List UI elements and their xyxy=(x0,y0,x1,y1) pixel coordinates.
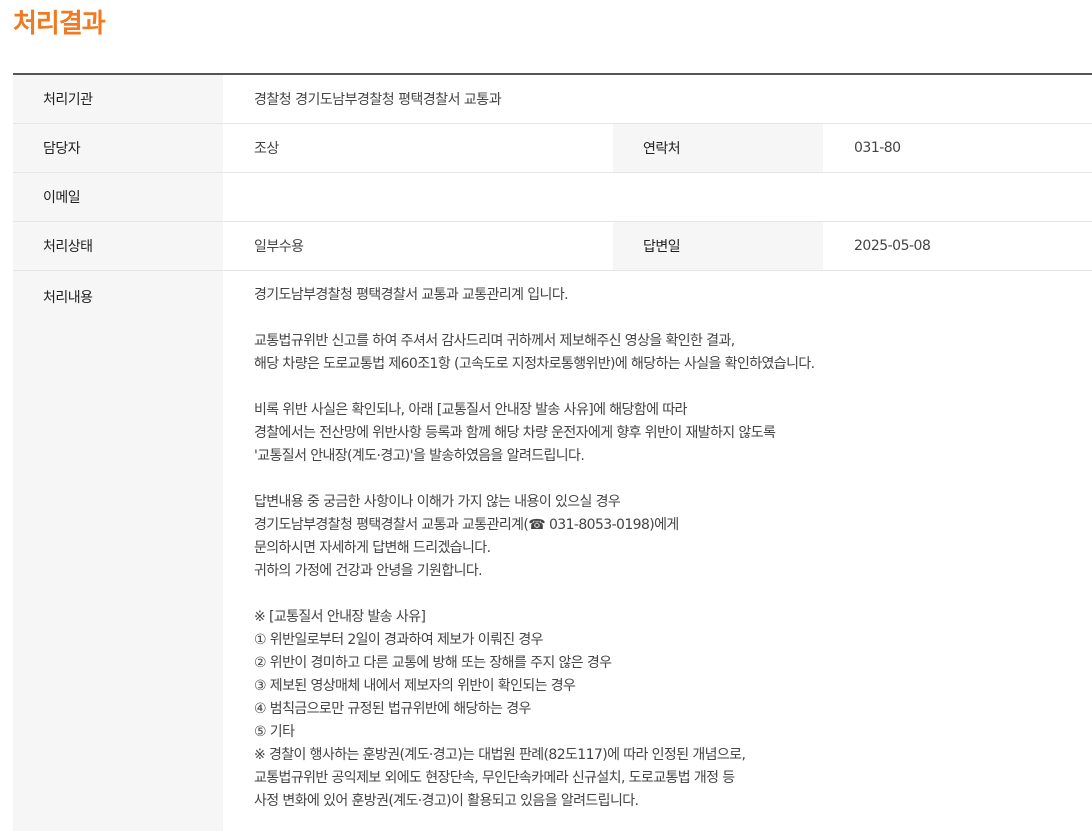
content-blank-line xyxy=(254,583,1092,606)
agency-label: 처리기관 xyxy=(13,75,223,123)
content-blank-line xyxy=(254,468,1092,491)
content-line: '교통질서 안내장(계도·경고)'을 발송하였음을 알려드립니다. xyxy=(254,448,585,464)
content-line: ③ 제보된 영상매체 내에서 제보자의 위반이 확인되는 경우 xyxy=(254,678,576,694)
content-blank-line xyxy=(254,376,1092,399)
content-line: 비록 위반 사실은 확인되나, 아래 [교통질서 안내장 발송 사유]에 해당함… xyxy=(254,402,687,418)
status-value: 일부수용 xyxy=(254,239,304,255)
result-table: 처리기관 경찰청 경기도남부경찰청 평택경찰서 교통과 담당자 조상 연락처 0… xyxy=(13,73,1092,831)
content-line: 해당 차량은 도로교통법 제60조1항 (고속도로 지정차로통행위반)에 해당하… xyxy=(254,356,815,372)
email-value xyxy=(223,173,1092,221)
content-line: 교통법규위반 공익제보 외에도 현장단속, 무인단속카메라 신규설치, 도로교통… xyxy=(254,770,735,786)
content-label: 처리내용 xyxy=(13,271,223,831)
content-line: 경기도남부경찰청 평택경찰서 교통과 교통관리계 입니다. xyxy=(254,287,569,303)
contact-value: 031-80 xyxy=(854,140,901,156)
content-line: 경찰에서는 전산망에 위반사항 등록과 함께 해당 차량 운전자에게 향후 위반… xyxy=(254,425,776,441)
content-line: ⑤ 기타 xyxy=(254,724,295,740)
row-manager-contact: 담당자 조상 연락처 031-80 xyxy=(13,124,1092,173)
row-email: 이메일 xyxy=(13,173,1092,222)
content-line: ※ [교통질서 안내장 발송 사유] xyxy=(254,609,426,625)
content-line: ① 위반일로부터 2일이 경과하여 제보가 이뤄진 경우 xyxy=(254,632,544,648)
email-label: 이메일 xyxy=(13,173,223,221)
answer-date-value: 2025-05-08 xyxy=(854,238,931,254)
content-line: ※ 경찰이 행사하는 훈방권(계도·경고)는 대법원 판례(82도117)에 따… xyxy=(254,747,746,763)
answer-date-label: 답변일 xyxy=(613,222,823,270)
content-line: ② 위반이 경미하고 다른 교통에 방해 또는 장해를 주지 않은 경우 xyxy=(254,655,612,671)
row-status-date: 처리상태 일부수용 답변일 2025-05-08 xyxy=(13,222,1092,271)
agency-value: 경찰청 경기도남부경찰청 평택경찰서 교통과 xyxy=(254,92,502,108)
status-label: 처리상태 xyxy=(13,222,223,270)
content-line: 답변내용 중 궁금한 사항이나 이해가 가지 않는 내용이 있으실 경우 xyxy=(254,494,621,510)
content-line: 경기도남부경찰청 평택경찰서 교통과 교통관리계(☎ 031-8053-0198… xyxy=(254,517,679,533)
content-line: 문의하시면 자세하게 답변해 드리겠습니다. xyxy=(254,540,491,556)
manager-label: 담당자 xyxy=(13,124,223,172)
content-line: 귀하의 가정에 건강과 안녕을 기원합니다. xyxy=(254,563,483,579)
content-line: 교통법규위반 신고를 하여 주셔서 감사드리며 귀하께서 제보해주신 영상을 확… xyxy=(254,333,735,349)
row-content: 처리내용 경기도남부경찰청 평택경찰서 교통과 교통관리계 입니다. 교통법규위반… xyxy=(13,271,1092,831)
content-blank-line xyxy=(254,307,1092,330)
manager-value: 조상 xyxy=(254,141,279,157)
page-title: 처리결과 xyxy=(13,9,106,39)
row-agency: 처리기관 경찰청 경기도남부경찰청 평택경찰서 교통과 xyxy=(13,75,1092,124)
contact-label: 연락처 xyxy=(613,124,823,172)
content-line: 사정 변화에 있어 훈방권(계도·경고)이 활용되고 있음을 알려드립니다. xyxy=(254,793,639,809)
content-body: 경기도남부경찰청 평택경찰서 교통과 교통관리계 입니다. 교통법규위반 신고를 … xyxy=(223,271,1092,831)
content-line: ④ 범칙금으로만 규정된 법규위반에 해당하는 경우 xyxy=(254,701,531,717)
